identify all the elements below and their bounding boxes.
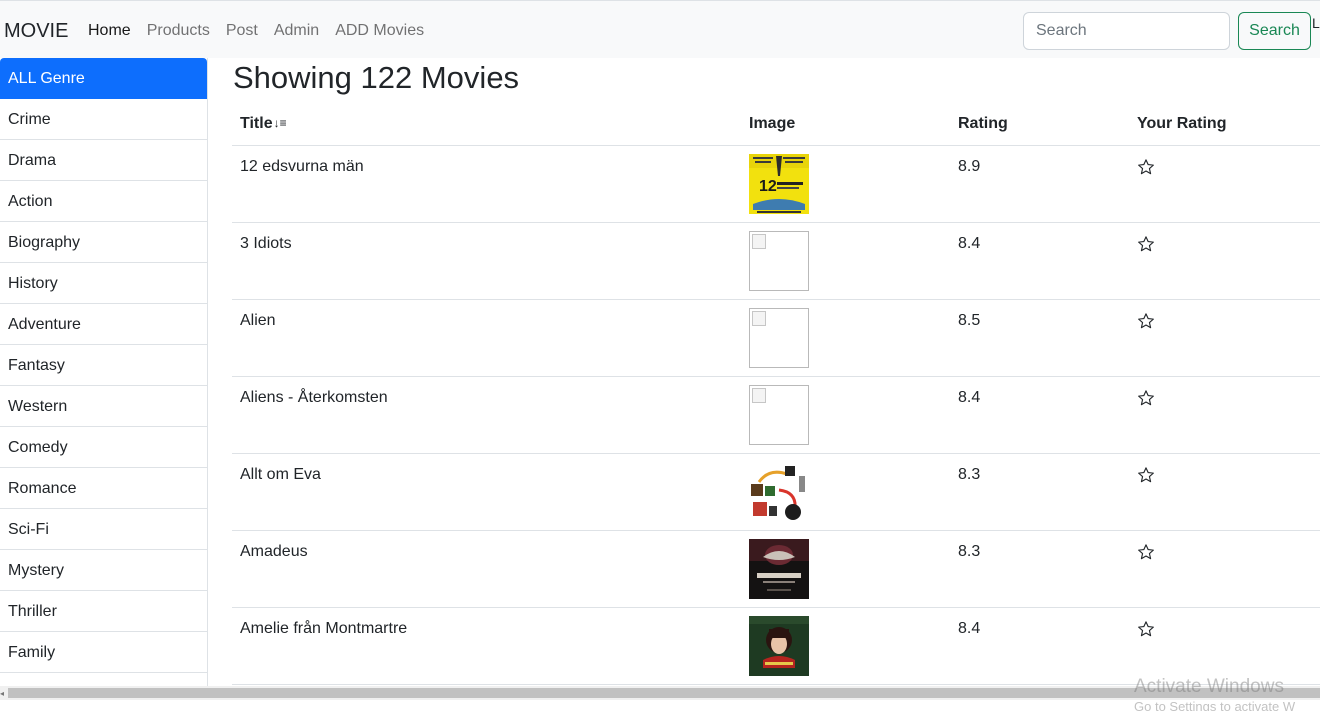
movie-title[interactable]: Amelie från Montmartre	[232, 607, 741, 685]
star-icon[interactable]	[1137, 620, 1155, 638]
movie-title[interactable]: Amadeus	[232, 530, 741, 608]
movie-image-cell	[741, 607, 950, 685]
movie-rating: 8.4	[950, 376, 1129, 454]
table-row: Amelie från Montmartre 8.4	[232, 607, 1320, 685]
table-row: 12 edsvurna män 12 8.9	[232, 145, 1320, 223]
your-rating-cell	[1129, 453, 1320, 531]
movie-title[interactable]: 12 edsvurna män	[232, 145, 741, 223]
genre-item-all[interactable]: ALL Genre	[0, 58, 207, 99]
movie-image-cell	[741, 376, 950, 454]
movie-title[interactable]: Aliens - Återkomsten	[232, 376, 741, 454]
genre-item-crime[interactable]: Crime	[0, 99, 207, 140]
svg-text:12: 12	[759, 178, 777, 195]
broken-image-icon[interactable]	[749, 384, 809, 445]
star-icon[interactable]	[1137, 158, 1155, 176]
table-row: Amadeus 8.3	[232, 530, 1320, 608]
genre-item-western[interactable]: Western	[0, 386, 207, 427]
your-rating-cell	[1129, 145, 1320, 223]
column-title-label: Title	[240, 115, 273, 133]
genre-item-thriller[interactable]: Thriller	[0, 591, 207, 632]
nav-products[interactable]: Products	[147, 22, 210, 40]
star-icon[interactable]	[1137, 312, 1155, 330]
movie-rating: 8.5	[950, 299, 1129, 377]
nav-links: Home Products Post Admin ADD Movies	[88, 22, 424, 40]
movie-rating: 8.9	[950, 145, 1129, 223]
sort-descending-icon[interactable]: ↓≡	[274, 116, 287, 130]
genre-item-mystery[interactable]: Mystery	[0, 550, 207, 591]
movie-rating: 8.4	[950, 607, 1129, 685]
activate-windows-hint: Go to Settings to activate W	[1134, 699, 1296, 711]
nav-admin[interactable]: Admin	[274, 22, 319, 40]
movie-poster-image[interactable]	[749, 461, 809, 522]
your-rating-cell	[1129, 222, 1320, 300]
genre-item-comedy[interactable]: Comedy	[0, 427, 207, 468]
your-rating-cell	[1129, 299, 1320, 377]
scroll-left-arrow-icon[interactable]: ◂	[0, 689, 6, 698]
movie-rating: 8.3	[950, 530, 1129, 608]
movie-image-cell	[741, 453, 950, 531]
your-rating-cell	[1129, 376, 1320, 454]
broken-image-icon[interactable]	[749, 307, 809, 368]
star-icon[interactable]	[1137, 389, 1155, 407]
table-header-row: Title↓≡ Image Rating Your Rating	[232, 104, 1320, 146]
movie-image-cell	[741, 530, 950, 608]
genre-item-adventure[interactable]: Adventure	[0, 304, 207, 345]
column-header-your-rating: Your Rating	[1129, 104, 1320, 146]
movies-table-container: Title↓≡ Image Rating Your Rating 12 edsv…	[232, 104, 1320, 686]
table-row: Aliens - Återkomsten 8.4	[232, 376, 1320, 454]
movie-rating: 8.4	[950, 222, 1129, 300]
column-header-image: Image	[741, 104, 950, 146]
movie-image-cell	[741, 299, 950, 377]
star-icon[interactable]	[1137, 466, 1155, 484]
star-icon[interactable]	[1137, 235, 1155, 253]
table-row: 3 Idiots 8.4	[232, 222, 1320, 300]
movie-poster-image[interactable]	[749, 538, 809, 599]
app-window: MOVIE Home Products Post Admin ADD Movie…	[0, 0, 1320, 711]
your-rating-cell	[1129, 530, 1320, 608]
page-title: Showing 122 Movies	[233, 60, 520, 95]
movie-title[interactable]: 3 Idiots	[232, 222, 741, 300]
search-button[interactable]: Search	[1238, 12, 1311, 50]
table-row: Alien 8.5	[232, 299, 1320, 377]
column-header-rating: Rating	[950, 104, 1129, 146]
movie-title[interactable]: Allt om Eva	[232, 453, 741, 531]
scrollbar-thumb[interactable]	[8, 688, 1320, 698]
genre-sidebar: ALL Genre Crime Drama Action Biography H…	[0, 58, 208, 686]
genre-item-history[interactable]: History	[0, 263, 207, 304]
nav-home[interactable]: Home	[88, 22, 131, 40]
broken-image-icon[interactable]	[749, 230, 809, 291]
top-navbar: MOVIE Home Products Post Admin ADD Movie…	[0, 0, 1320, 58]
movie-title[interactable]: Alien	[232, 299, 741, 377]
nav-overflow-text: L	[1312, 15, 1320, 31]
genre-item-sci-fi[interactable]: Sci-Fi	[0, 509, 207, 550]
activate-windows-watermark: Activate Windows	[1134, 676, 1284, 697]
genre-item-romance[interactable]: Romance	[0, 468, 207, 509]
search-input[interactable]	[1023, 12, 1230, 50]
brand-logo[interactable]: MOVIE	[4, 20, 68, 43]
movie-poster-image[interactable]	[749, 615, 809, 676]
genre-item-biography[interactable]: Biography	[0, 222, 207, 263]
nav-add-movies[interactable]: ADD Movies	[335, 22, 424, 40]
movie-image-cell: 12	[741, 145, 950, 223]
movie-poster-image[interactable]: 12	[749, 153, 809, 214]
table-row: Allt om Eva 8.3	[232, 453, 1320, 531]
movie-rating: 8.3	[950, 453, 1129, 531]
genre-item-fantasy[interactable]: Fantasy	[0, 345, 207, 386]
genre-item-family[interactable]: Family	[0, 632, 207, 673]
movie-image-cell	[741, 222, 950, 300]
horizontal-scrollbar[interactable]: ◂	[0, 686, 1320, 700]
genre-item-action[interactable]: Action	[0, 181, 207, 222]
nav-post[interactable]: Post	[226, 22, 258, 40]
column-header-title[interactable]: Title↓≡	[232, 104, 741, 146]
your-rating-cell	[1129, 607, 1320, 685]
genre-item-drama[interactable]: Drama	[0, 140, 207, 181]
star-icon[interactable]	[1137, 543, 1155, 561]
movies-table: Title↓≡ Image Rating Your Rating 12 edsv…	[232, 104, 1320, 685]
